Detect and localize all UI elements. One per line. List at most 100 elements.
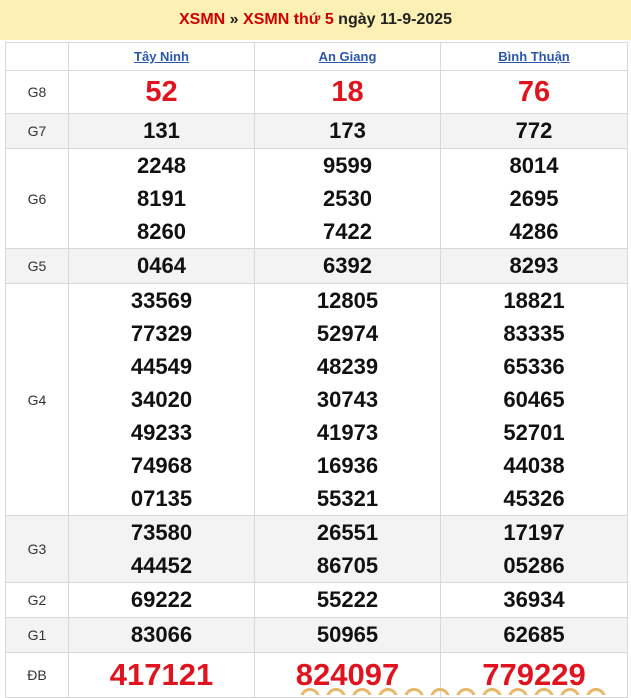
prize-cell: 9599 2530 7422	[254, 148, 441, 249]
prize-number: 83335	[503, 321, 565, 346]
prize-number: 2248	[137, 153, 186, 178]
prize-number: 83066	[130, 622, 193, 647]
prize-number: 417121	[109, 657, 214, 692]
prize-cell: 50965	[254, 617, 441, 653]
dot-icon	[586, 688, 606, 695]
prize-cell: 0464	[68, 248, 255, 284]
province-binh-thuan[interactable]: Bình Thuận	[440, 42, 628, 71]
prize-cell: 18	[254, 70, 441, 114]
prize-cell: 83066	[68, 617, 255, 653]
prize-number: 65336	[503, 354, 565, 379]
prize-row-g5: G5 0464 6392 8293	[5, 248, 628, 284]
prize-number: 26551	[316, 520, 379, 545]
prize-number: 8014	[509, 153, 559, 178]
prize-cell: 18821 83335 65336 60465 52701 44038 45326	[440, 283, 628, 516]
prize-number: 05286	[503, 553, 565, 578]
prize-number: 8191	[137, 186, 186, 211]
prize-cell: 131	[68, 113, 255, 149]
prize-label: G8	[5, 70, 69, 114]
prize-cell: 6392	[254, 248, 441, 284]
prize-cell: 26551 86705	[254, 515, 441, 583]
prize-number: 62685	[503, 622, 565, 647]
prize-number: 36934	[503, 587, 565, 612]
prize-number: 55222	[316, 587, 379, 612]
prize-number: 17197	[503, 520, 565, 545]
footer-decoration	[300, 688, 630, 695]
prize-number: 45326	[503, 486, 565, 511]
prize-label: G2	[5, 582, 69, 618]
prize-number: 69222	[130, 587, 193, 612]
prize-number: 55321	[316, 486, 379, 511]
prize-number: 16936	[316, 453, 379, 478]
results-page: XSMN » XSMN thứ 5 ngày 11-9-2025 Tây Nin…	[0, 0, 631, 698]
page-header: XSMN » XSMN thứ 5 ngày 11-9-2025	[0, 0, 631, 40]
xsmn-thu5-link[interactable]: XSMN thứ 5	[243, 11, 334, 28]
prize-number: 52701	[503, 420, 565, 445]
prize-number: 772	[515, 118, 553, 143]
prize-number: 73580	[130, 520, 193, 545]
prize-number: 2530	[323, 186, 372, 211]
prize-number: 2695	[509, 186, 559, 211]
dot-icon	[456, 688, 476, 695]
prize-cell: 8293	[440, 248, 628, 284]
prize-number: 52	[145, 76, 178, 108]
dot-icon	[326, 688, 346, 695]
prize-cell: 52	[68, 70, 255, 114]
prize-cell: 55222	[254, 582, 441, 618]
breadcrumb-separator: »	[225, 11, 244, 28]
prize-cell: 12805 52974 48239 30743 41973 16936 55321	[254, 283, 441, 516]
prize-row-g4: G4 33569 77329 44549 34020 49233 74968 07135 128…	[5, 283, 628, 516]
prize-cell: 69222	[68, 582, 255, 618]
prize-label: G7	[5, 113, 69, 149]
prize-row-g8: G8 52 18 76	[5, 70, 628, 114]
prize-number: 07135	[130, 486, 193, 511]
prize-number: 52974	[316, 321, 379, 346]
dot-icon	[534, 688, 554, 695]
prize-number: 44038	[503, 453, 565, 478]
prize-number: 18821	[503, 288, 565, 313]
prize-label: G3	[5, 515, 69, 583]
dot-icon	[404, 688, 424, 695]
prize-number: 12805	[316, 288, 379, 313]
prize-number: 4286	[509, 219, 559, 244]
prize-number: 30743	[316, 387, 379, 412]
prize-number: 8293	[509, 253, 559, 278]
prize-number: 131	[143, 118, 180, 143]
prize-number: 9599	[323, 153, 372, 178]
prize-number: 7422	[323, 219, 372, 244]
corner-cell	[5, 42, 69, 71]
prize-label: ĐB	[5, 652, 69, 698]
prize-cell: 8014 2695 4286	[440, 148, 628, 249]
prize-cell: 417121	[68, 652, 255, 698]
prize-number: 33569	[130, 288, 193, 313]
prize-number: 41973	[316, 420, 379, 445]
prize-cell: 62685	[440, 617, 628, 653]
dot-icon	[300, 688, 320, 695]
prize-number: 44452	[130, 553, 193, 578]
prize-number: 18	[331, 76, 364, 108]
prize-number: 50965	[316, 622, 379, 647]
prize-cell: 17197 05286	[440, 515, 628, 583]
prize-number: 86705	[316, 553, 379, 578]
prize-label: G1	[5, 617, 69, 653]
prize-number: 49233	[130, 420, 193, 445]
prize-cell: 73580 44452	[68, 515, 255, 583]
prize-cell: 36934	[440, 582, 628, 618]
province-tay-ninh[interactable]: Tây Ninh	[68, 42, 255, 71]
prize-cell: 772	[440, 113, 628, 149]
prize-number: 173	[329, 118, 366, 143]
prize-row-g7: G7 131 173 772	[5, 113, 628, 149]
prize-number: 44549	[130, 354, 193, 379]
dot-icon	[352, 688, 372, 695]
prize-row-g2: G2 69222 55222 36934	[5, 582, 628, 618]
xsmn-link[interactable]: XSMN	[179, 11, 225, 28]
prize-number: 6392	[323, 253, 372, 278]
prize-number: 0464	[137, 253, 186, 278]
dot-icon	[508, 688, 528, 695]
prize-row-g1: G1 83066 50965 62685	[5, 617, 628, 653]
prize-label: G4	[5, 283, 69, 516]
results-table: Tây Ninh An Giang Bình Thuận G8 52 18 76 G7 1…	[5, 42, 628, 698]
prize-number: 48239	[316, 354, 379, 379]
prize-row-g3: G3 73580 44452 26551 86705 17197 05286	[5, 515, 628, 583]
province-an-giang[interactable]: An Giang	[254, 42, 441, 71]
